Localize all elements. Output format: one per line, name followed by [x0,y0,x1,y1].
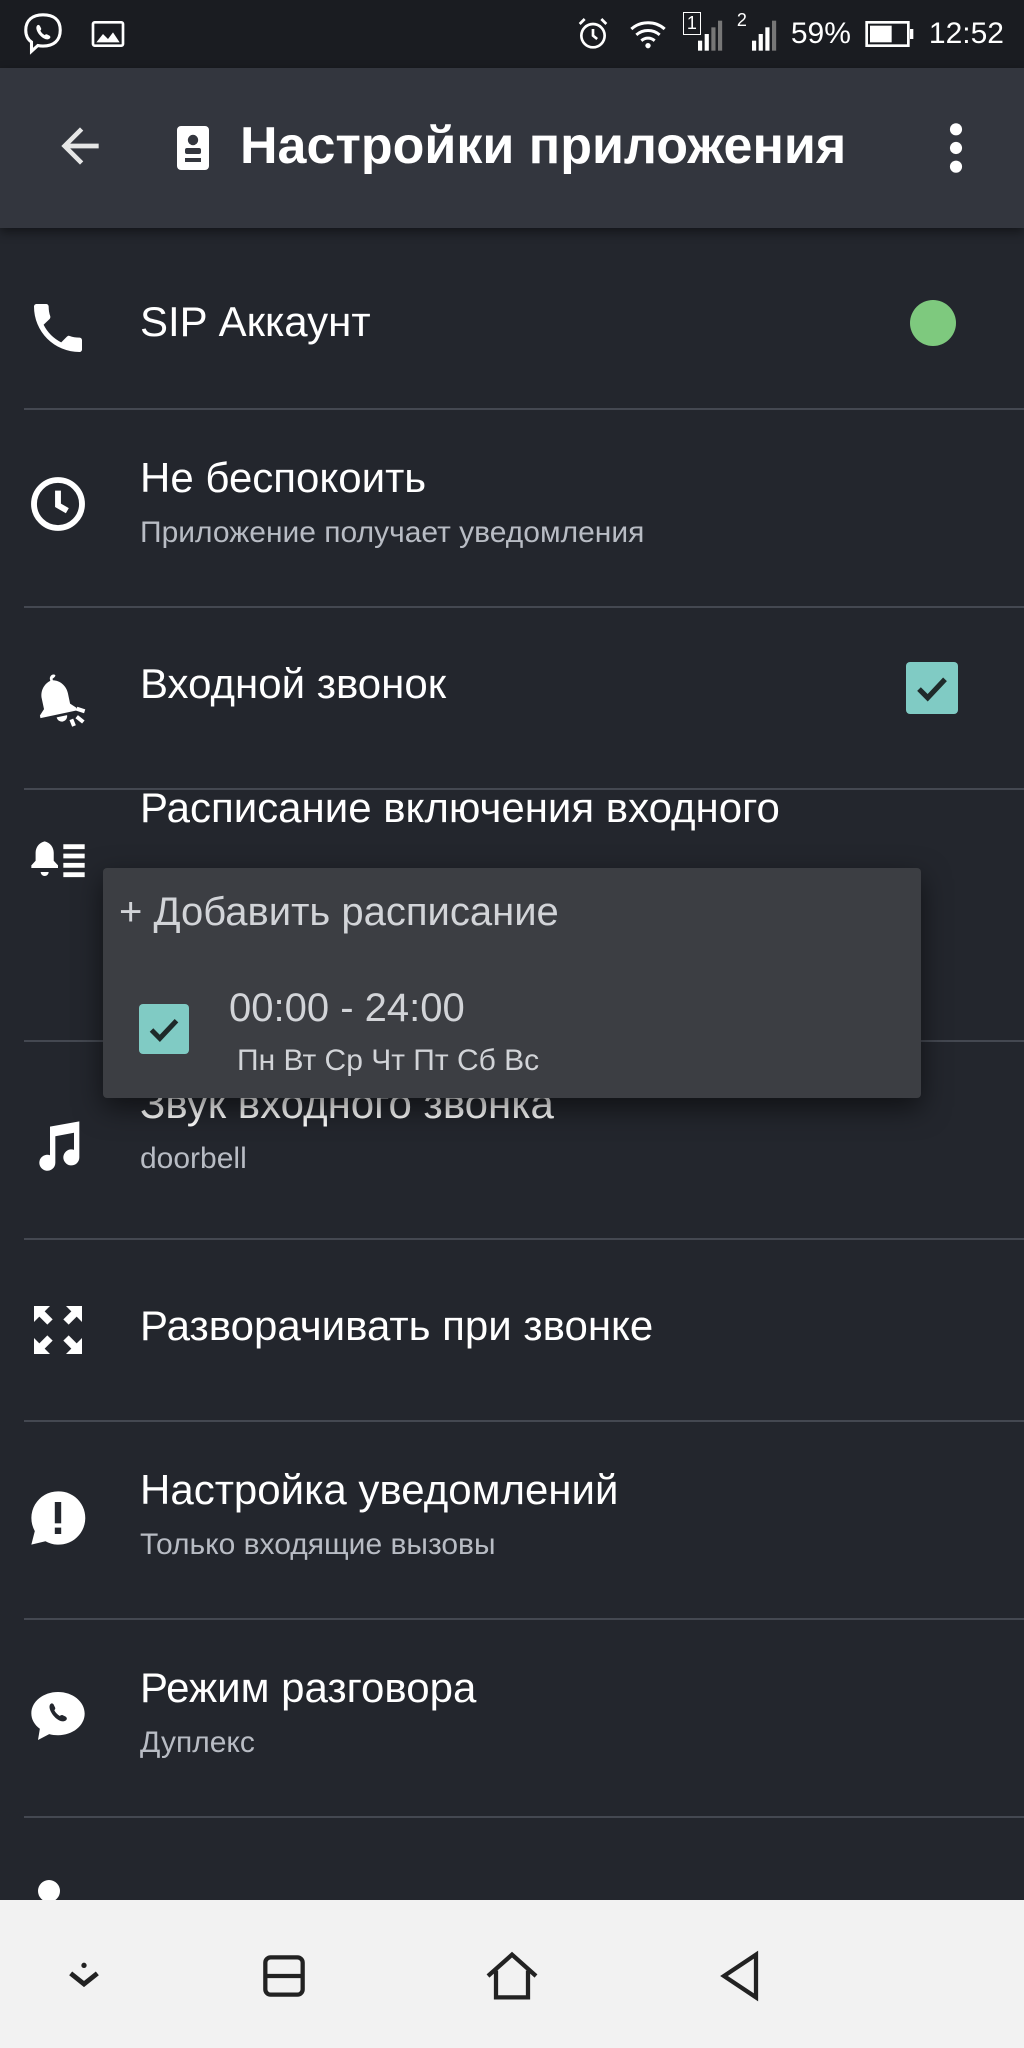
back-arrow-icon[interactable] [52,118,108,174]
check-icon [917,677,947,702]
battery-icon [865,21,914,47]
talk-mode-label: Режим разговора [140,1664,477,1711]
signal-icon: 1 [682,12,723,54]
expand-label: Разворачивать при звонке [140,1302,654,1349]
talk-mode-sub: Дуплекс [140,1726,255,1759]
contact-card-icon [177,126,209,170]
partial-icon [38,1880,60,1900]
sip-label: SIP Аккаунт [140,298,371,345]
dnd-sub: Приложение получает уведомления [140,516,645,549]
add-schedule-button[interactable]: + Добавить расписание [119,890,559,935]
doorbell-checkbox[interactable] [906,662,958,714]
battery-percent: 59% [790,17,851,50]
sound-sub: doorbell [140,1142,247,1175]
notifications-label: Настройка уведомлений [140,1466,619,1513]
setting-doorbell[interactable]: Входной звонок [0,608,1024,788]
setting-expand-on-call[interactable]: Разворачивать при звонке [0,1240,1024,1420]
phone-icon [34,304,82,352]
clock-time: 12:52 [928,17,1004,50]
schedule-label: Расписание включения входного [140,790,780,831]
schedule-entry-days: Пн Вт Ср Чт Пт Сб Вс [237,1044,540,1077]
collapse-icon[interactable] [52,1944,116,2008]
dnd-label: Не беспокоить [140,454,427,501]
alert-bubble-icon [31,1491,86,1545]
signal2-icon: 2 [737,10,777,54]
expand-icon [34,1306,82,1354]
bell-ring-icon [39,674,86,727]
app-bar: Настройки приложения [0,68,1024,228]
notifications-sub: Только входящие вызовы [140,1528,496,1561]
music-note-icon [39,1121,80,1171]
setting-talk-mode[interactable]: Режим разговора Дуплекс [0,1620,1024,1816]
setting-notifications[interactable]: Настройка уведомлений Только входящие вы… [0,1422,1024,1618]
sip-status-indicator [910,300,956,346]
setting-do-not-disturb[interactable]: Не беспокоить Приложение получает уведом… [0,410,1024,606]
more-vert-icon[interactable] [940,120,972,176]
gallery-icon [91,21,125,47]
navigation-bar [0,1900,1024,2048]
bell-list-icon [31,841,85,878]
status-bar: 1 2 59% 12:52 [0,0,1024,68]
setting-sip-account[interactable]: SIP Аккаунт [0,228,1024,408]
schedule-popup: + Добавить расписание 00:00 - 24:00 Пн В… [103,868,921,1098]
recents-icon[interactable] [252,1944,316,2008]
chat-phone-icon [31,1692,85,1740]
alarm-icon [578,18,608,49]
back-icon[interactable] [708,1944,772,2008]
viber-icon [24,13,62,55]
home-icon[interactable] [480,1944,544,2008]
wifi-icon [630,21,666,49]
doorbell-label: Входной звонок [140,660,447,707]
clock-icon [31,477,85,531]
schedule-entry-checkbox[interactable] [139,1004,189,1054]
setting-partial [0,1818,1024,1900]
page-title: Настройки приложения [240,117,847,175]
schedule-entry-time[interactable]: 00:00 - 24:00 [229,986,465,1031]
check-icon [149,1018,179,1042]
